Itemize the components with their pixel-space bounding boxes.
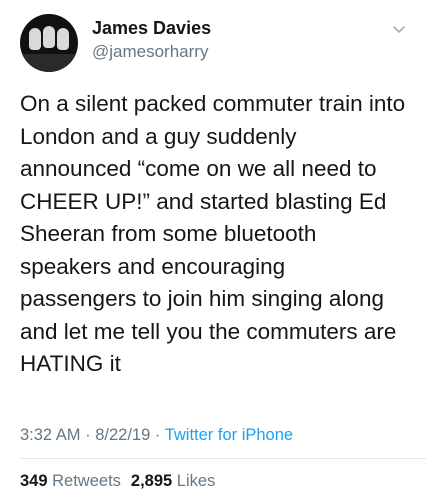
- avatar[interactable]: [20, 14, 78, 72]
- tweet-stats: 349 Retweets 2,895 Likes: [20, 472, 215, 491]
- likes-count: 2,895: [130, 472, 173, 490]
- tweet-date[interactable]: 8/22/19: [95, 426, 150, 444]
- avatar-face: [29, 28, 41, 50]
- tweet-text-line: announced “come on we all need to: [20, 156, 377, 181]
- tweet-card: James Davies @jamesorharry On a silent p…: [0, 0, 426, 500]
- likes-stat[interactable]: 2,895 Likes: [131, 472, 215, 490]
- tweet-time[interactable]: 3:32 AM: [20, 426, 81, 444]
- avatar-shoulders: [20, 54, 78, 72]
- retweets-count: 349: [20, 472, 48, 490]
- tweet-text-line: passengers to join him singing along: [20, 286, 384, 311]
- tweet-text-line: CHEER UP!” and started blasting Ed: [20, 188, 387, 214]
- tweet-text-line: London and a guy suddenly: [20, 123, 297, 149]
- retweets-label: Retweets: [52, 472, 121, 490]
- tweet-text-line: Sheeran from some bluetooth: [20, 221, 317, 246]
- tweet-source-link[interactable]: Twitter for iPhone: [165, 426, 293, 444]
- tweet-text-line: On a silent packed commuter train into: [20, 91, 406, 116]
- meta-separator: ·: [85, 426, 91, 444]
- author-display-name[interactable]: James Davies: [92, 18, 211, 39]
- tweet-text: On a silent packed commuter train into L…: [20, 88, 412, 381]
- author-handle[interactable]: @jamesorharry: [92, 42, 208, 62]
- tweet-text-line: and let me tell you the commuters are: [20, 318, 397, 344]
- tweet-text-line: HATING it: [20, 351, 121, 376]
- avatar-face: [57, 28, 69, 50]
- meta-separator: ·: [154, 426, 161, 444]
- retweets-stat[interactable]: 349 Retweets: [20, 472, 121, 490]
- tweet-meta: 3:32 AM · 8/22/19 · Twitter for iPhone: [20, 426, 293, 445]
- likes-label: Likes: [176, 472, 216, 490]
- avatar-face: [43, 26, 55, 48]
- divider: [20, 458, 426, 459]
- tweet-text-line: speakers and encouraging: [20, 253, 286, 279]
- chevron-down-icon[interactable]: [392, 22, 406, 36]
